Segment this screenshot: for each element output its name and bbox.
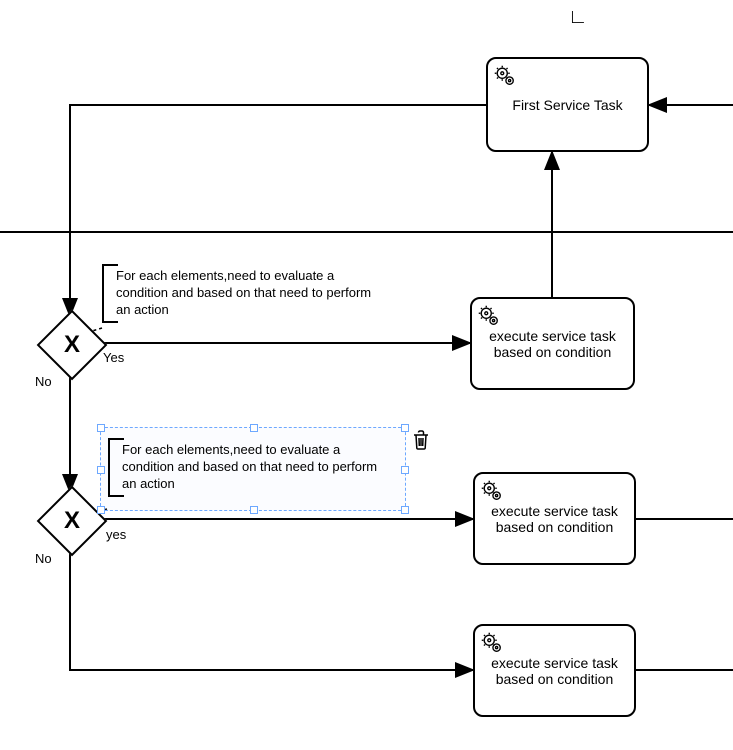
annotation-1[interactable]: For each elements,need to evaluate a con…	[102, 264, 392, 323]
gear-icon	[481, 632, 503, 657]
exclusive-gateway-2[interactable]: X	[37, 486, 108, 557]
annotation-2[interactable]: For each elements,need to evaluate a con…	[108, 438, 398, 497]
task-label: execute service task based on condition	[483, 503, 626, 535]
gateway-x-icon: X	[64, 507, 80, 535]
gateway1-no-label: No	[35, 374, 52, 389]
task-label: execute service task based on condition	[483, 655, 626, 687]
execute-service-task-3[interactable]: execute service task based on condition	[473, 624, 636, 717]
task-label: First Service Task	[512, 97, 622, 113]
first-service-task[interactable]: First Service Task	[486, 57, 649, 152]
gateway2-yes-label: yes	[106, 527, 126, 542]
annotation-text: For each elements,need to evaluate a con…	[116, 268, 371, 317]
execute-service-task-2[interactable]: execute service task based on condition	[473, 472, 636, 565]
exclusive-gateway-1[interactable]: X	[37, 310, 108, 381]
gear-icon	[494, 65, 516, 90]
gateway1-yes-label: Yes	[103, 350, 124, 365]
task-label: execute service task based on condition	[480, 328, 625, 360]
gateway-x-icon: X	[64, 331, 80, 359]
corner-mark: ∟	[568, 6, 588, 29]
execute-service-task-1[interactable]: execute service task based on condition	[470, 297, 635, 390]
trash-icon[interactable]	[411, 429, 431, 456]
gear-icon	[481, 480, 503, 505]
gear-icon	[478, 305, 500, 330]
gateway2-no-label: No	[35, 551, 52, 566]
annotation-text: For each elements,need to evaluate a con…	[122, 442, 377, 491]
